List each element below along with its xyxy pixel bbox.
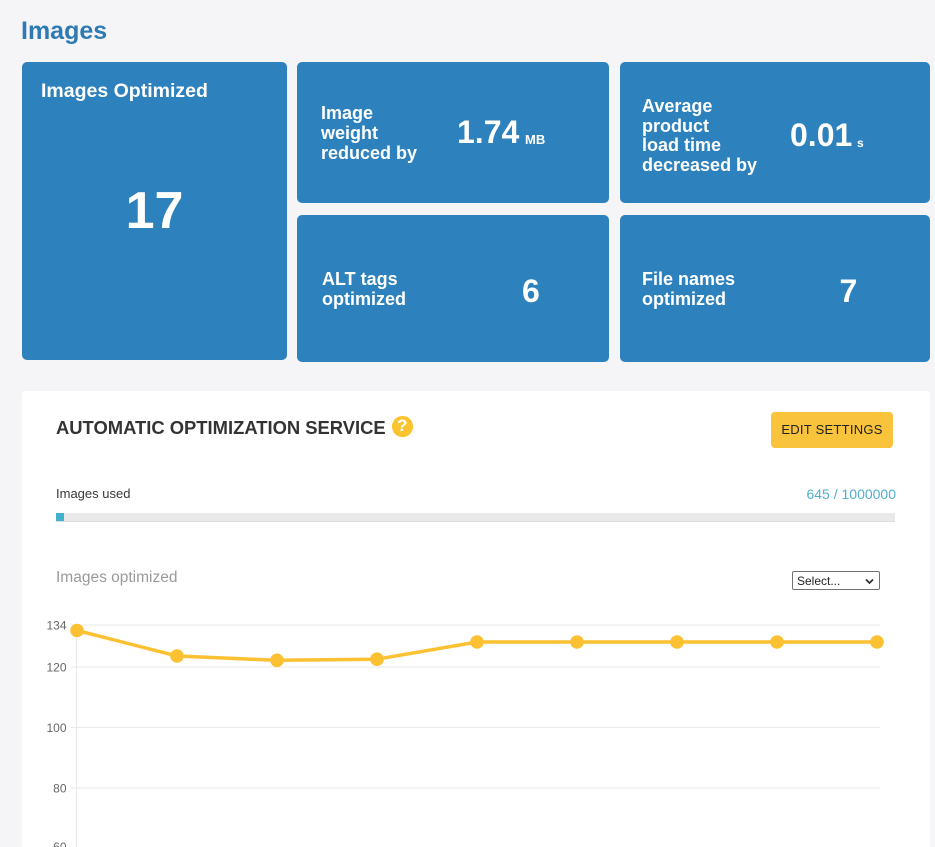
svg-text:134: 134 [46,619,66,633]
svg-text:60: 60 [53,840,67,847]
svg-text:120: 120 [46,661,66,675]
svg-text:80: 80 [53,782,67,796]
svg-text:100: 100 [46,721,66,735]
